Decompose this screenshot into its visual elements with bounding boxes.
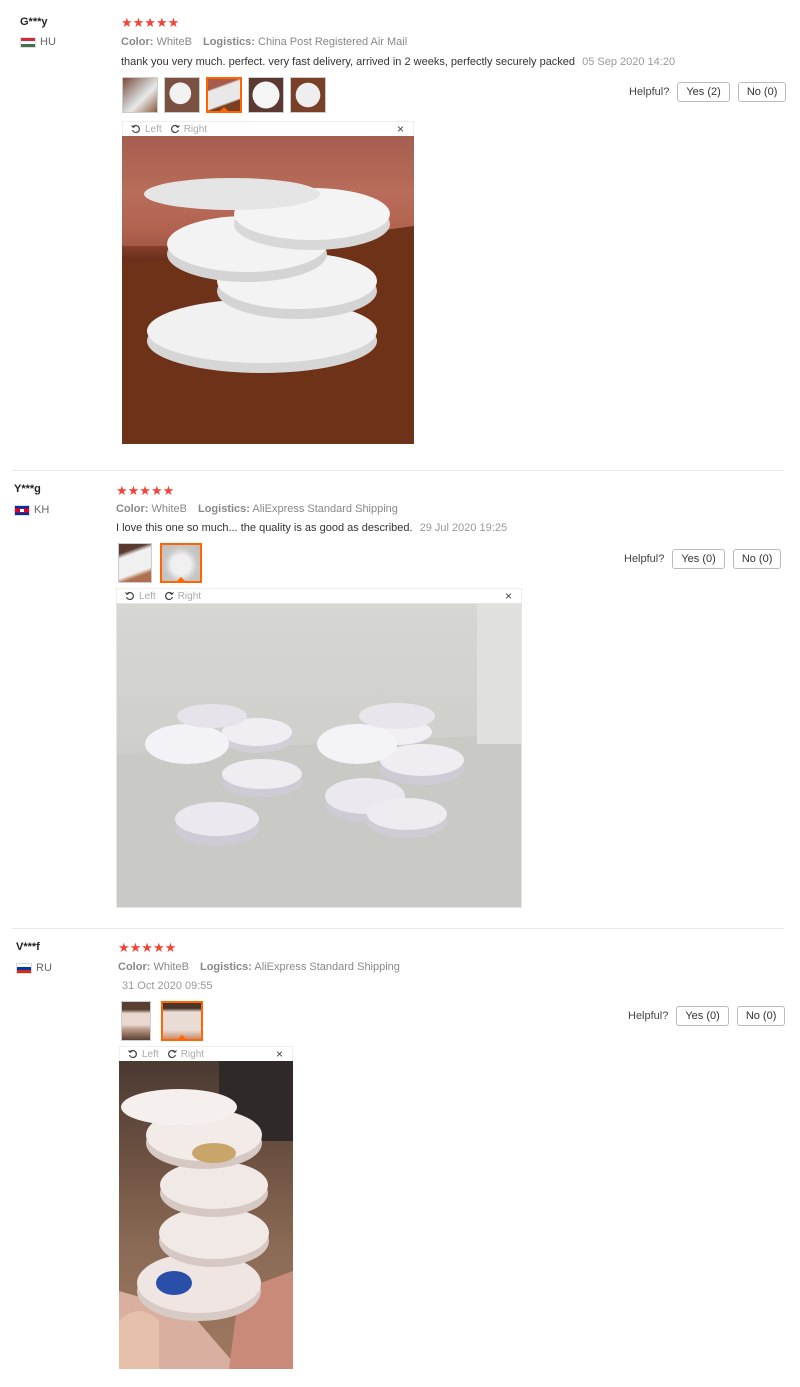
flag-ru-icon <box>16 962 32 974</box>
yes-vote-button[interactable]: Yes (0) <box>676 1006 729 1026</box>
photo-thumbnails <box>118 543 202 583</box>
country-code: KH <box>34 504 50 516</box>
rotate-left-label: Left <box>139 590 156 602</box>
rotate-left-label: Left <box>142 1048 159 1060</box>
reviewer-country: RU <box>16 962 52 974</box>
thumbnail[interactable] <box>121 1001 151 1041</box>
color-label: Color: <box>118 961 151 973</box>
thumbnail-active[interactable] <box>161 1001 203 1041</box>
rotate-right-icon <box>170 124 180 134</box>
product-photo-illustration <box>122 136 414 444</box>
photo-thumbnails <box>122 77 326 113</box>
thumbnail[interactable] <box>122 77 158 113</box>
rotate-right-button[interactable]: Right <box>167 1049 204 1060</box>
no-vote-button[interactable]: No (0) <box>737 82 787 102</box>
yes-vote-button[interactable]: Yes (2) <box>677 82 730 102</box>
review-photo <box>122 136 414 444</box>
no-vote-button[interactable]: No (0) <box>732 549 782 569</box>
logistics-label: Logistics: <box>202 36 255 48</box>
logistics-label: Logistics: <box>199 961 252 973</box>
reviewer-country: HU <box>20 36 56 48</box>
color-value: WhiteB <box>151 503 187 515</box>
helpful-label: Helpful? <box>629 86 670 98</box>
color-value: WhiteB <box>156 36 192 48</box>
review-date: 29 Jul 2020 19:25 <box>419 522 508 534</box>
viewer-toolbar: Left Right × <box>122 121 414 136</box>
product-photo-illustration <box>117 604 521 907</box>
viewer-toolbar: Left Right × <box>119 1046 293 1061</box>
review-meta: Color: WhiteB Logistics: AliExpress Stan… <box>116 503 398 515</box>
reviewer-country: KH <box>14 504 49 516</box>
reviewer-name: V***f <box>16 941 40 953</box>
rotate-right-label: Right <box>180 1048 205 1060</box>
flag-kh-icon <box>14 504 30 516</box>
helpful-votes: Helpful? Yes (2) No (0) <box>629 82 787 102</box>
rotate-left-icon <box>128 1049 137 1059</box>
rotate-left-button[interactable]: Left <box>131 124 162 135</box>
review-photo <box>119 1061 293 1369</box>
photo-thumbnails <box>121 1001 203 1041</box>
rotate-left-icon <box>125 591 134 601</box>
review-date: 05 Sep 2020 14:20 <box>582 56 676 68</box>
rotate-right-icon <box>167 1049 177 1059</box>
review-divider <box>12 470 784 471</box>
rotate-left-label: Left <box>145 123 162 135</box>
reviews-page: G***y HU ★★★★★ Color: WhiteB Logistics: … <box>0 0 800 1387</box>
star-rating: ★★★★★ <box>118 940 177 955</box>
review-photo <box>116 603 522 908</box>
rotate-right-button[interactable]: Right <box>170 124 207 135</box>
rotate-right-button[interactable]: Right <box>164 591 201 602</box>
review-text: thank you very much. perfect. very fast … <box>121 56 576 68</box>
logistics-value: AliExpress Standard Shipping <box>254 961 400 973</box>
thumbnail-active[interactable] <box>160 543 202 583</box>
helpful-label: Helpful? <box>628 1010 669 1022</box>
star-rating: ★★★★★ <box>121 15 180 30</box>
star-rating: ★★★★★ <box>116 483 175 498</box>
rotate-left-button[interactable]: Left <box>128 1049 159 1060</box>
helpful-votes: Helpful? Yes (0) No (0) <box>624 549 782 569</box>
thumbnail[interactable] <box>118 543 152 583</box>
rotate-right-icon <box>164 591 174 601</box>
thumbnail[interactable] <box>290 77 326 113</box>
helpful-votes: Helpful? Yes (0) No (0) <box>628 1006 786 1026</box>
no-vote-button[interactable]: No (0) <box>736 1006 786 1026</box>
logistics-value: China Post Registered Air Mail <box>258 36 408 48</box>
photo-viewer: Left Right × <box>116 588 522 908</box>
thumbnail[interactable] <box>248 77 284 113</box>
color-label: Color: <box>121 36 154 48</box>
review-text-row: 31 Oct 2020 09:55 <box>118 980 213 992</box>
country-code: HU <box>40 36 56 48</box>
logistics-value: AliExpress Standard Shipping <box>252 503 398 515</box>
rotate-left-icon <box>131 124 140 134</box>
photo-viewer: Left Right × <box>122 121 414 444</box>
reviewer-name: Y***g <box>14 483 41 495</box>
close-viewer-button[interactable]: × <box>276 1047 283 1061</box>
flag-hu-icon <box>20 36 36 48</box>
logistics-label: Logistics: <box>197 503 250 515</box>
close-viewer-button[interactable]: × <box>505 589 512 603</box>
rotate-left-button[interactable]: Left <box>125 591 156 602</box>
country-code: RU <box>36 962 52 974</box>
color-value: WhiteB <box>153 961 189 973</box>
viewer-toolbar: Left Right × <box>116 588 522 603</box>
review-text-row: I love this one so much... the quality i… <box>116 522 507 534</box>
review-meta: Color: WhiteB Logistics: China Post Regi… <box>121 36 407 48</box>
yes-vote-button[interactable]: Yes (0) <box>672 549 725 569</box>
thumbnail-active[interactable] <box>206 77 242 113</box>
thumbnail[interactable] <box>164 77 200 113</box>
photo-viewer: Left Right × <box>119 1046 293 1369</box>
reviewer-name: G***y <box>20 16 48 28</box>
color-label: Color: <box>116 503 149 515</box>
review-text: I love this one so much... the quality i… <box>116 522 413 534</box>
review-meta: Color: WhiteB Logistics: AliExpress Stan… <box>118 961 400 973</box>
close-viewer-button[interactable]: × <box>397 122 404 136</box>
product-photo-illustration <box>119 1061 293 1369</box>
helpful-label: Helpful? <box>624 553 665 565</box>
rotate-right-label: Right <box>177 590 202 602</box>
review-divider <box>12 928 784 929</box>
review-date: 31 Oct 2020 09:55 <box>122 980 213 992</box>
review-text-row: thank you very much. perfect. very fast … <box>121 56 675 68</box>
rotate-right-label: Right <box>183 123 208 135</box>
